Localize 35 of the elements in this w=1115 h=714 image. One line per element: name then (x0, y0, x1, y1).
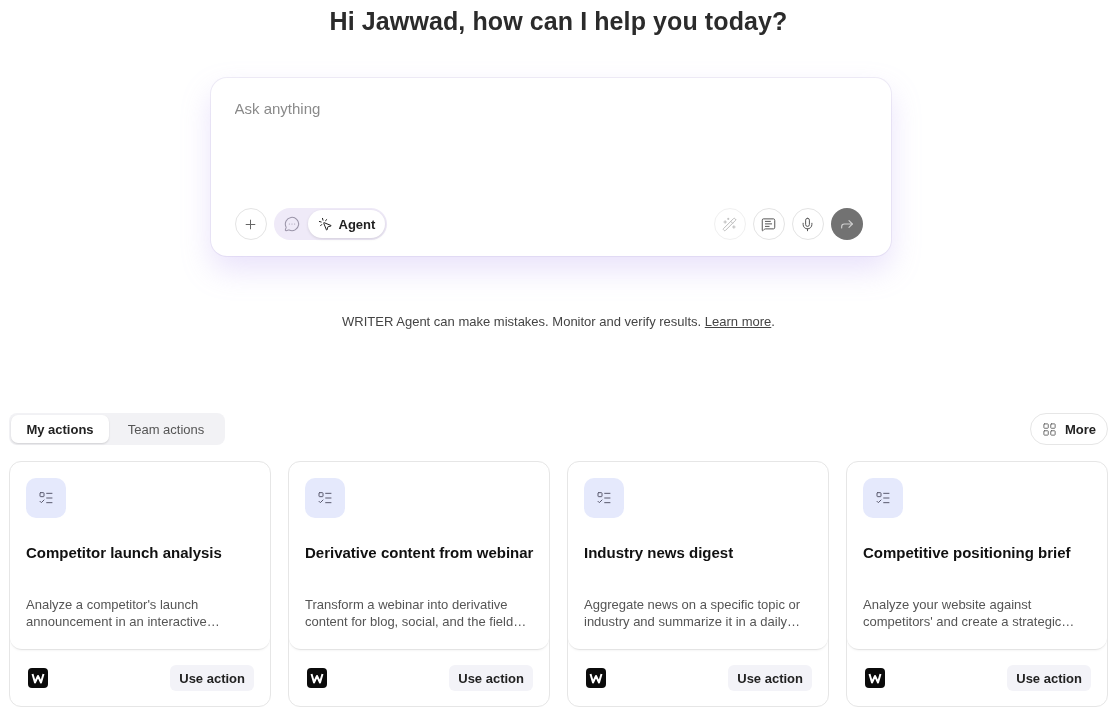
checklist-icon (584, 478, 624, 518)
agent-mode-button[interactable]: Agent (307, 210, 386, 238)
checklist-icon (305, 478, 345, 518)
use-action-button[interactable]: Use action (170, 665, 254, 691)
greeting-heading: Hi Jawwad, how can I help you today? (329, 6, 788, 36)
actions-tab[interactable]: Team actions (109, 415, 223, 443)
use-action-button[interactable]: Use action (1007, 665, 1091, 691)
voice-button[interactable] (791, 208, 824, 240)
logo-icon (307, 668, 327, 688)
logo-icon (865, 668, 885, 688)
pointer-click-icon (317, 216, 333, 232)
action-description: Transform a webinar into derivative content for blog, social, and the field… (305, 596, 528, 630)
grid-icon (1041, 421, 1057, 437)
magic-wand-icon (722, 216, 737, 232)
actions-tab[interactable]: My actions (11, 415, 109, 443)
action-title: Competitive positioning brief (863, 543, 1072, 563)
logo-icon (28, 668, 48, 688)
action-title: Derivative content from webinar (305, 543, 533, 563)
microphone-icon (800, 216, 815, 232)
action-description: Analyze a competitor's launch announcement in an interactive… (26, 596, 221, 630)
disclaimer-text: WRITER Agent can make mistakes. Monitor and verify results. Learn more. (342, 313, 775, 331)
action-description: Aggregate news on a specific topic or industry and summarize it in a daily… (584, 596, 802, 630)
checklist-icon (26, 478, 66, 518)
chat-bubble-icon (283, 216, 300, 232)
more-button[interactable]: More (1029, 413, 1108, 445)
use-action-button[interactable]: Use action (449, 665, 533, 691)
logo-icon (586, 668, 606, 688)
action-description: Analyze your website against competitors' and create a strategic… (863, 596, 1076, 630)
prompt-field[interactable]: Ask anything (234, 98, 863, 162)
plus-icon (243, 216, 258, 232)
checklist-icon (863, 478, 903, 518)
action-title: Competitor launch analysis (26, 543, 223, 563)
action-title: Industry news digest (584, 543, 735, 563)
use-action-button[interactable]: Use action (728, 665, 812, 691)
message-button[interactable] (752, 208, 785, 240)
